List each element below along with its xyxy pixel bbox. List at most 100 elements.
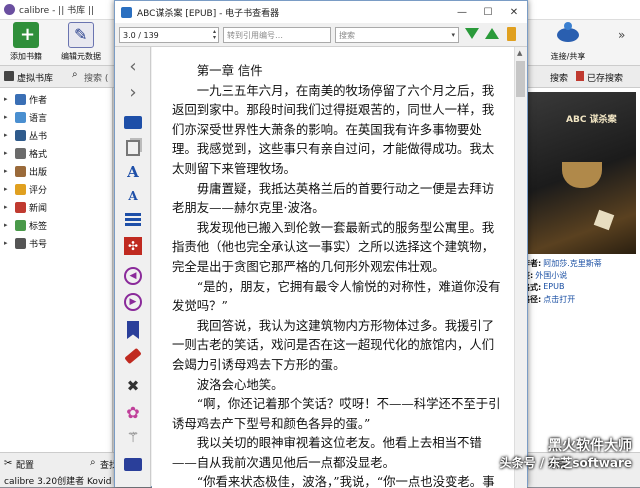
expand-arrow-icon[interactable]: ▸: [4, 149, 12, 157]
tag-category-row[interactable]: ▸ 格式: [0, 144, 112, 162]
tags-link[interactable]: 外国小说: [535, 270, 567, 281]
fullscreen-button[interactable]: ✣: [122, 235, 144, 257]
tag-category-icon: [15, 111, 26, 123]
window-controls: — ☐ ✕: [449, 1, 527, 23]
viewer-window-title: ABC谋杀案 [EPUB] - 电子书查看器: [137, 8, 280, 19]
chapter-title: 第一章 信件: [196, 63, 263, 78]
tag-category-row[interactable]: ▸ 书号: [0, 234, 112, 252]
tag-category-row[interactable]: ▸ 评分: [0, 180, 112, 198]
print-button[interactable]: [122, 453, 144, 475]
expand-arrow-icon[interactable]: ▸: [4, 113, 12, 121]
maximize-icon[interactable]: ☐: [475, 1, 501, 23]
viewer-scrollbar-thumb[interactable]: [516, 61, 525, 97]
configure-button[interactable]: 配置: [16, 458, 34, 471]
toolbar-more-icon[interactable]: »: [618, 28, 625, 42]
book-paragraph: “是的，朋友，它拥有最令人愉悦的对称性，难道你没有发觉吗？”: [172, 278, 501, 314]
expand-arrow-icon[interactable]: ▸: [4, 167, 12, 175]
tag-category-label: 作者: [29, 95, 48, 106]
expand-arrow-icon[interactable]: ▸: [4, 131, 12, 139]
font-larger-icon: A: [127, 163, 139, 181]
viewer-scrollbar[interactable]: ▲: [514, 47, 527, 488]
tag-category-label: 标签: [29, 221, 48, 232]
expand-arrow-icon[interactable]: ▸: [4, 185, 12, 193]
ebook-viewer-window: ABC谋杀案 [EPUB] - 电子书查看器 — ☐ ✕ 3.0 / 139 ▴…: [114, 0, 528, 488]
format-row: 格式: EPUB: [522, 282, 564, 293]
edit-metadata-button[interactable]: ✎ 编辑元数据: [52, 22, 110, 62]
tag-category-row[interactable]: ▸ 丛书: [0, 126, 112, 144]
cover-dice-icon: [593, 209, 615, 231]
find-previous-icon[interactable]: [485, 28, 499, 39]
virtual-library-icon: [4, 71, 14, 81]
reference-mode-button[interactable]: [122, 345, 144, 367]
watermark-line-2: 头条号 / 东芝software: [499, 456, 632, 470]
format-link[interactable]: EPUB: [543, 282, 564, 293]
folder-icon: [124, 115, 142, 129]
expand-arrow-icon[interactable]: ▸: [4, 221, 12, 229]
book-cover-image[interactable]: ABC 谋杀案: [526, 92, 636, 254]
book-paragraph: 我发现他已搬入到伦敦一套最新式的服务型公寓里。我指责他（他也完全承认这一事实）之…: [172, 219, 495, 274]
find-next-icon[interactable]: [465, 28, 479, 39]
author-link[interactable]: 阿加莎.克里斯蒂: [543, 258, 602, 269]
font-size-increase-button[interactable]: A: [122, 161, 144, 183]
tag-category-row[interactable]: ▸ 标签: [0, 216, 112, 234]
forward-button[interactable]: ›: [122, 81, 144, 103]
printer-icon: [124, 457, 142, 471]
viewer-title-bar: ABC谋杀案 [EPUB] - 电子书查看器 — ☐ ✕: [115, 1, 527, 23]
configure-icon: ✂: [4, 458, 13, 469]
tag-category-label: 语言: [29, 113, 48, 124]
tag-category-icon: [15, 129, 26, 141]
add-books-button[interactable]: + 添加书籍: [0, 22, 52, 62]
toc-icon: [125, 213, 141, 227]
tag-category-row[interactable]: ▸ 新闻: [0, 198, 112, 216]
goto-reference-input[interactable]: 转到引用编号…: [223, 27, 331, 43]
spin-arrows-icon[interactable]: ▴ ▾: [213, 29, 216, 41]
tag-browser: ▸ 作者 ▸ 语言 ▸ 丛书 ▸ 格式 ▸ 出版 ▸ 评分 ▸ 新闻 ▸ 标签 ▸ 书号: [0, 88, 113, 452]
tag-category-row[interactable]: ▸ 作者: [0, 90, 112, 108]
font-size-decrease-button[interactable]: A: [122, 185, 144, 207]
search-right-button[interactable]: 搜索: [550, 71, 568, 84]
font-smaller-icon: A: [128, 189, 138, 203]
next-page-button[interactable]: ▶: [122, 291, 144, 313]
copy-icon: [126, 140, 140, 156]
copy-button[interactable]: [122, 137, 144, 159]
scroll-up-icon[interactable]: ▲: [517, 49, 522, 57]
highlighter-icon: [124, 347, 142, 365]
tag-category-icon: [15, 219, 26, 231]
search-field[interactable]: 搜索 (: [84, 71, 108, 84]
book-paragraph: “啊，你还记着那个笑话？哎呀！不——科学还不至于引诱母鸡去产下型号和颜色各异的蛋…: [172, 396, 501, 431]
bookmark-flag-icon[interactable]: [507, 27, 516, 41]
edit-pen-icon: ✎: [68, 22, 94, 48]
bookmark-button[interactable]: [122, 319, 144, 341]
search-dropdown-icon[interactable]: ▾: [451, 31, 455, 39]
book-paragraph: 我回答说，我认为这建筑物内方形物体过多。我援引了一则古老的笑话，戏问是否在这一超…: [172, 317, 495, 372]
path-link[interactable]: 点击打开: [543, 294, 575, 305]
viewer-search-input[interactable]: 搜索 ▾: [335, 27, 459, 43]
saved-search-button[interactable]: 已存搜索: [587, 71, 623, 84]
table-of-contents-button[interactable]: [122, 209, 144, 231]
open-ebook-button[interactable]: [122, 111, 144, 133]
book-page-content[interactable]: 第一章 信件 一九三五年六月，在南美的牧场停留了六个月之后，我返回到家中。那段时…: [152, 47, 514, 488]
tag-category-row[interactable]: ▸ 语言: [0, 108, 112, 126]
previous-page-icon: ◀: [124, 267, 142, 285]
connect-share-button[interactable]: 连接/共享: [544, 22, 592, 62]
version-text: calibre 3.20创建者 Kovid Goy: [4, 477, 133, 487]
expand-arrow-icon[interactable]: ▸: [4, 203, 12, 211]
close-icon[interactable]: ✕: [501, 1, 527, 23]
path-row: 路径: 点击打开: [522, 294, 575, 305]
page-position-spinbox[interactable]: 3.0 / 139 ▴ ▾: [119, 27, 219, 43]
connect-share-label: 连接/共享: [550, 52, 586, 61]
previous-page-button[interactable]: ◀: [122, 265, 144, 287]
add-books-label: 添加书籍: [10, 52, 42, 61]
back-button[interactable]: ‹: [122, 55, 144, 77]
preferences-button[interactable]: ✖: [122, 375, 144, 397]
theme-button[interactable]: ✿: [122, 401, 144, 423]
lookup-button[interactable]: ⚚: [122, 427, 144, 449]
expand-arrow-icon[interactable]: ▸: [4, 239, 12, 247]
minimize-icon[interactable]: —: [449, 1, 475, 23]
tag-category-row[interactable]: ▸ 出版: [0, 162, 112, 180]
expand-arrow-icon[interactable]: ▸: [4, 95, 12, 103]
virtual-library-button[interactable]: 虚拟书库: [17, 71, 53, 84]
tag-category-icon: [15, 93, 26, 105]
cover-teacup-icon: [562, 162, 602, 188]
tools-icon: ✖: [126, 377, 140, 395]
